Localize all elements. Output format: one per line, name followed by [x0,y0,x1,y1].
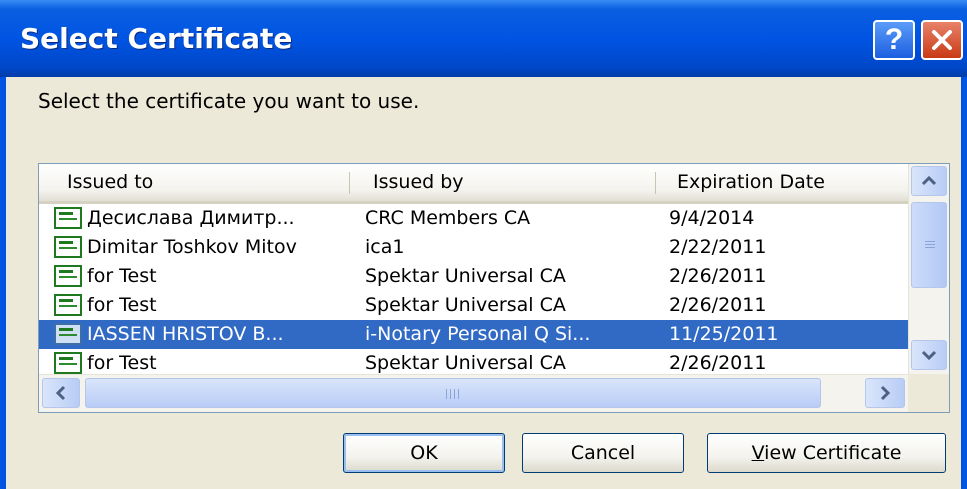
instruction-text: Select the certificate you want to use. [38,89,420,113]
view-certificate-label: iew Certificate [764,442,902,464]
chevron-left-icon [55,385,66,401]
cell-issued-by: ica1 [365,236,405,258]
cell-expiration-date: 2/26/2011 [669,294,767,316]
certificate-icon [54,323,82,345]
cell-issued-to: for Test [87,294,157,316]
cell-issued-to: IASSEN HRISTOV B... [87,323,284,345]
cell-issued-by: CRC Members CA [365,207,531,229]
table-row[interactable]: for Test Spektar Universal CA 2/26/2011 [39,262,908,291]
help-button[interactable]: ? [873,20,915,60]
table-row[interactable]: for Test Spektar Universal CA 2/26/2011 [39,291,908,320]
certificate-list[interactable]: Issued to Issued by Expiration Date Деси… [38,163,950,413]
column-header-issued-by[interactable]: Issued by [345,164,655,201]
scroll-down-button[interactable] [911,340,947,370]
window-frame-left [0,77,6,489]
horizontal-scrollbar[interactable] [39,374,908,412]
cell-issued-by: Spektar Universal CA [365,265,566,287]
mnemonic-letter: V [751,442,765,464]
certificate-icon [54,352,82,374]
chevron-right-icon [880,385,891,401]
cell-issued-to: Десислава Димитр... [87,207,295,229]
vertical-scroll-thumb[interactable] [911,202,947,288]
cell-issued-by: i-Notary Personal Q Si... [365,323,591,345]
scrollbar-corner [908,374,949,412]
column-header-expiration-date[interactable]: Expiration Date [649,164,908,201]
scroll-up-button[interactable] [911,166,947,196]
certificate-icon [54,265,82,287]
scroll-grip [458,389,459,399]
table-row[interactable]: Dimitar Toshkov Mitov ica1 2/22/2011 [39,233,908,262]
title-bar: Select Certificate ? [0,0,967,77]
scroll-left-button[interactable] [42,378,80,408]
cell-issued-by: Spektar Universal CA [365,294,566,316]
cancel-button[interactable]: Cancel [522,433,684,473]
table-row[interactable]: Десислава Димитр... CRC Members CA 9/4/2… [39,204,908,233]
scroll-grip [450,389,451,399]
close-button[interactable] [921,20,963,60]
certificate-icon [54,236,82,258]
chevron-up-icon [921,175,937,186]
cell-issued-to: for Test [87,265,157,287]
horizontal-scroll-thumb[interactable] [85,378,821,408]
scroll-grip [925,241,935,242]
scroll-grip [446,389,447,399]
table-row-selected[interactable]: IASSEN HRISTOV B... i-Notary Personal Q … [39,320,908,349]
window-frame-right [961,77,967,489]
scroll-grip [454,389,455,399]
chevron-down-icon [921,350,937,361]
help-icon: ? [884,23,904,56]
certificate-icon [54,294,82,316]
cell-issued-to: Dimitar Toshkov Mitov [87,236,297,258]
close-icon [932,30,952,50]
dialog-title: Select Certificate [20,22,293,55]
cell-expiration-date: 2/22/2011 [669,236,767,258]
column-header-issued-to[interactable]: Issued to [39,164,349,201]
ok-button[interactable]: OK [343,433,505,473]
certificate-icon [54,207,82,229]
cell-expiration-date: 11/25/2011 [669,323,779,345]
vertical-scrollbar[interactable] [908,164,949,374]
view-certificate-button[interactable]: View Certificate [707,433,946,473]
scroll-grip [925,247,935,248]
cell-expiration-date: 9/4/2014 [669,207,755,229]
cell-expiration-date: 2/26/2011 [669,265,767,287]
scroll-grip [925,244,935,245]
column-headers: Issued to Issued by Expiration Date [39,164,908,204]
scroll-right-button[interactable] [865,378,905,408]
